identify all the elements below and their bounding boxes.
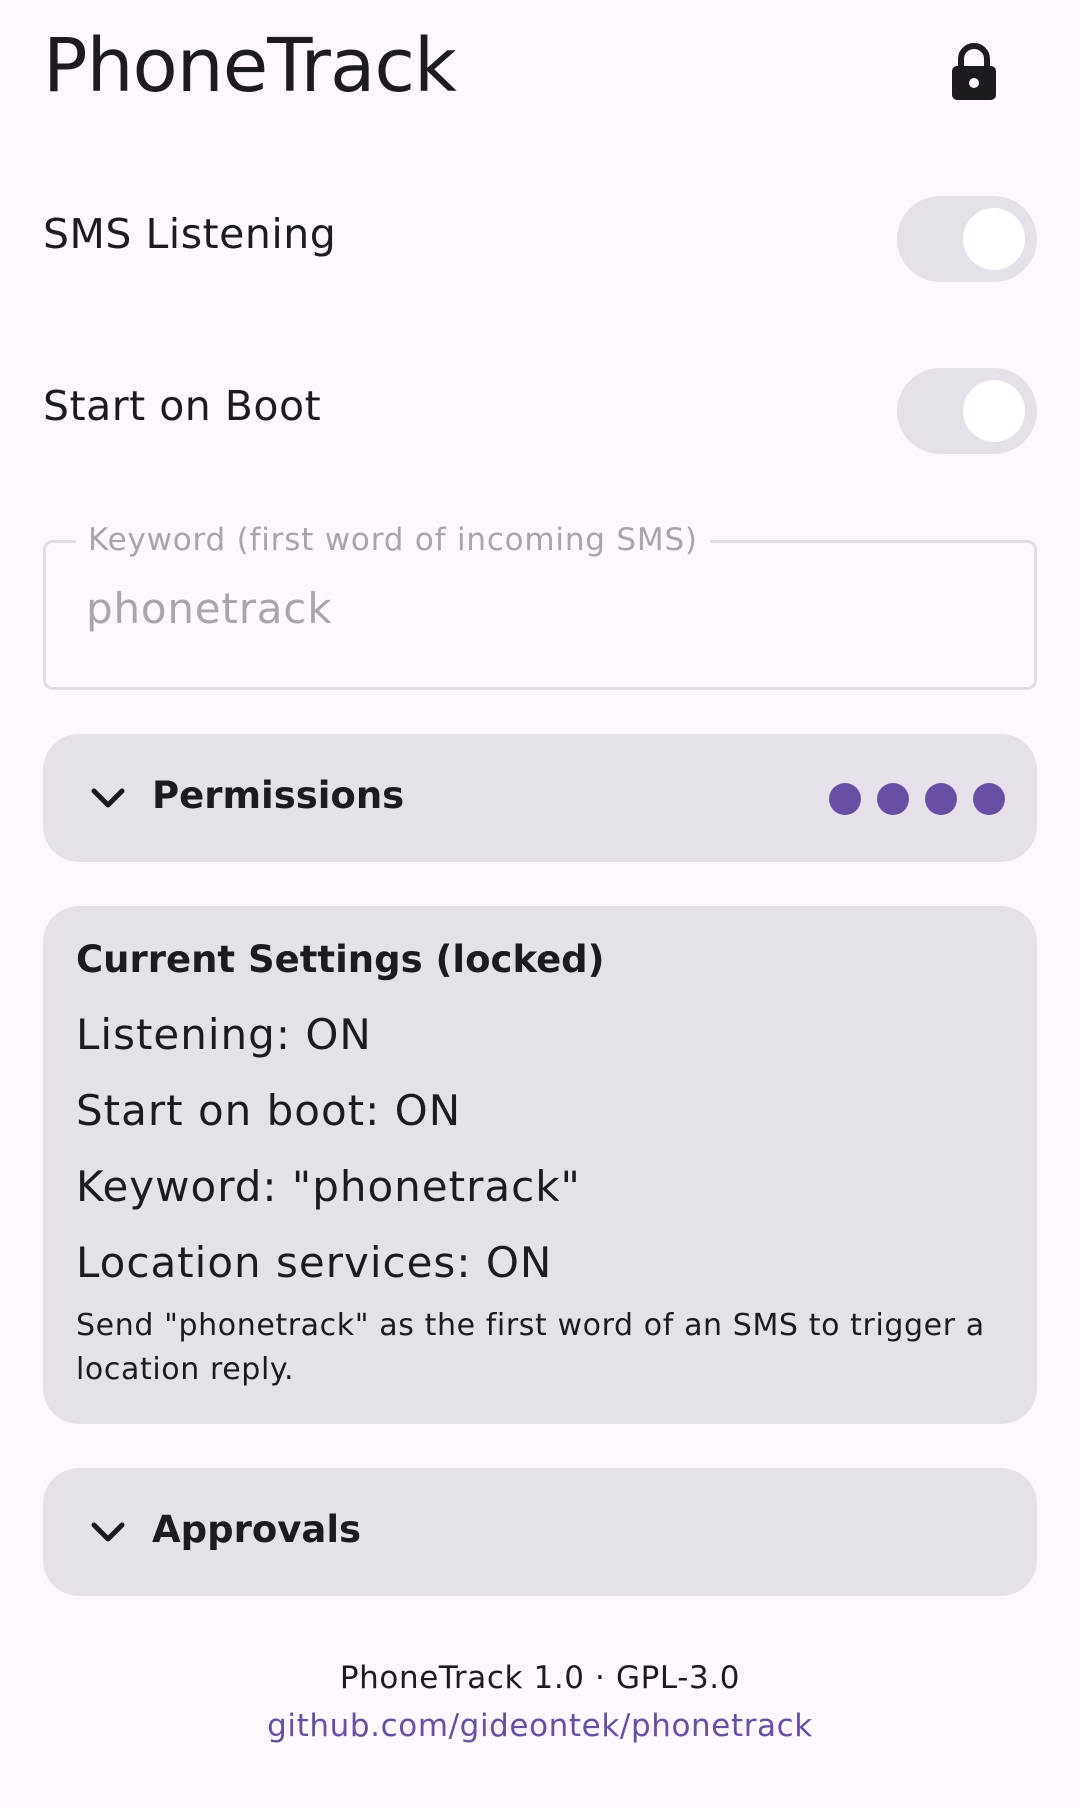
permission-status-dot <box>877 783 909 815</box>
settings-start-on-boot: Start on boot: ON <box>76 1086 462 1135</box>
start-on-boot-label: Start on Boot <box>43 382 322 430</box>
sms-listening-switch[interactable] <box>897 196 1037 282</box>
switch-thumb <box>963 380 1025 442</box>
footer-version: PhoneTrack 1.0 · GPL-3.0 <box>339 1660 741 1696</box>
lock-button[interactable] <box>932 30 1016 114</box>
github-link[interactable]: github.com/gideontek/phonetrack <box>0 1708 1080 1744</box>
app-title: PhoneTrack <box>43 23 457 109</box>
keyword-field-label: Keyword (first word of incoming SMS) <box>76 518 710 562</box>
start-on-boot-switch[interactable] <box>897 368 1037 454</box>
keyword-input[interactable] <box>86 584 986 633</box>
sms-listening-label: SMS Listening <box>43 210 337 258</box>
permission-status-dot <box>925 783 957 815</box>
permissions-title: Permissions <box>152 774 405 817</box>
settings-location-services: Location services: ON <box>76 1238 553 1287</box>
permission-status-dot <box>973 783 1005 815</box>
settings-keyword: Keyword: "phonetrack" <box>76 1162 581 1211</box>
current-settings-title: Current Settings (locked) <box>76 938 605 981</box>
chevron-down-icon <box>91 1522 125 1542</box>
chevron-down-icon <box>91 788 125 808</box>
switch-thumb <box>963 208 1025 270</box>
settings-listening: Listening: ON <box>76 1010 372 1059</box>
lock-icon <box>952 43 996 100</box>
settings-note: Send "phonetrack" as the first word of a… <box>76 1308 985 1387</box>
approvals-title: Approvals <box>152 1508 362 1551</box>
permission-status-dot <box>829 783 861 815</box>
